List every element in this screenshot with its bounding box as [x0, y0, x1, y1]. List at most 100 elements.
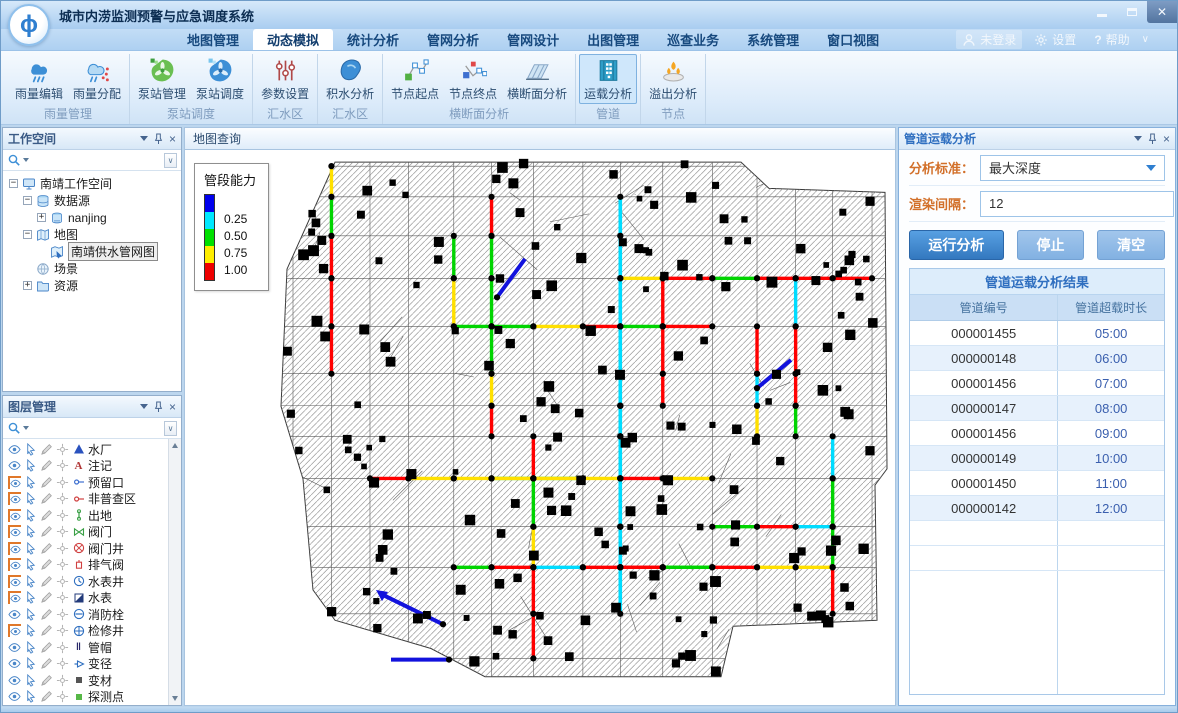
crosshair-icon[interactable] — [56, 657, 69, 670]
pencil-icon[interactable] — [40, 525, 53, 538]
clear-button[interactable]: 清空 — [1097, 230, 1165, 260]
layer-row[interactable]: 阀门 — [8, 524, 167, 541]
layer-row[interactable]: 探测点 — [8, 689, 167, 706]
pencil-icon[interactable] — [40, 476, 53, 489]
pencil-icon[interactable] — [40, 641, 53, 654]
pencil-icon[interactable] — [40, 591, 53, 604]
pencil-icon[interactable] — [40, 690, 53, 703]
tree-item[interactable]: −地图 — [3, 226, 181, 243]
table-row[interactable]: 00000014910:00 — [910, 446, 1164, 471]
cursor-icon[interactable] — [24, 657, 37, 670]
crosshair-icon[interactable] — [56, 674, 69, 687]
table-row[interactable]: 00000145609:00 — [910, 421, 1164, 446]
chevron-down-icon[interactable]: ∨ — [1142, 34, 1149, 45]
map-canvas[interactable]: 管段能力 0.250.500.751.00 — [184, 150, 896, 706]
layer-row[interactable]: ‖管帽 — [8, 639, 167, 656]
eye-icon[interactable] — [8, 657, 21, 670]
ribbon-button[interactable]: 积水分析 — [321, 54, 379, 104]
crosshair-icon[interactable] — [56, 459, 69, 472]
table-row[interactable]: 00000145505:00 — [910, 321, 1164, 346]
menu-tab[interactable]: 出图管理 — [573, 29, 653, 50]
panel-expand-button[interactable]: ∨ — [164, 421, 177, 436]
pin-icon[interactable] — [154, 133, 163, 145]
layer-search[interactable]: ∨ — [3, 418, 181, 439]
menu-tab[interactable]: 管网设计 — [493, 29, 573, 50]
pin-icon[interactable] — [154, 401, 163, 413]
layer-row[interactable]: 非普查区 — [8, 491, 167, 508]
pencil-icon[interactable] — [40, 624, 53, 637]
login-status[interactable]: 未登录 — [956, 30, 1022, 49]
ribbon-button[interactable]: 参数设置 — [256, 54, 314, 104]
ribbon-button[interactable]: 泵站管理 — [133, 54, 191, 104]
cursor-icon[interactable] — [24, 575, 37, 588]
eye-icon[interactable] — [8, 641, 21, 654]
crosshair-icon[interactable] — [56, 641, 69, 654]
menu-tab[interactable]: 窗口视图 — [813, 29, 893, 50]
close-button[interactable]: ✕ — [1147, 1, 1177, 23]
cursor-icon[interactable] — [24, 542, 37, 555]
eye-icon[interactable] — [8, 542, 21, 555]
menu-tab[interactable]: 巡查业务 — [653, 29, 733, 50]
crosshair-icon[interactable] — [56, 591, 69, 604]
layer-row[interactable]: 变材 — [8, 672, 167, 689]
table-row[interactable]: 00000014806:00 — [910, 346, 1164, 371]
close-icon[interactable]: × — [169, 134, 176, 144]
crosshair-icon[interactable] — [56, 608, 69, 621]
crosshair-icon[interactable] — [56, 542, 69, 555]
layer-row[interactable]: 检修井 — [8, 623, 167, 640]
menu-tab[interactable]: 管网分析 — [413, 29, 493, 50]
panel-expand-button[interactable]: ∨ — [164, 153, 177, 168]
ribbon-button[interactable]: 运载分析 — [579, 54, 637, 104]
eye-icon[interactable] — [8, 575, 21, 588]
layer-row[interactable]: 阀门井 — [8, 540, 167, 557]
pin-icon[interactable] — [1148, 133, 1157, 145]
eye-icon[interactable] — [8, 591, 21, 604]
ribbon-button[interactable]: 雨量分配 — [68, 54, 126, 104]
panel-menu-icon[interactable] — [140, 404, 148, 409]
cursor-icon[interactable] — [24, 459, 37, 472]
pencil-icon[interactable] — [40, 542, 53, 555]
cursor-icon[interactable] — [24, 608, 37, 621]
layer-row[interactable]: 出地 — [8, 507, 167, 524]
cursor-icon[interactable] — [24, 674, 37, 687]
pencil-icon[interactable] — [40, 443, 53, 456]
crosshair-icon[interactable] — [56, 690, 69, 703]
tree-item[interactable]: −南靖工作空间 — [3, 175, 181, 192]
eye-icon[interactable] — [8, 509, 21, 522]
pencil-icon[interactable] — [40, 657, 53, 670]
eye-icon[interactable] — [8, 608, 21, 621]
ribbon-button[interactable]: 节点终点 — [444, 54, 502, 104]
search-options-caret[interactable] — [23, 158, 29, 162]
eye-icon[interactable] — [8, 624, 21, 637]
tree-expander[interactable]: + — [23, 281, 32, 290]
cursor-icon[interactable] — [24, 690, 37, 703]
layer-row[interactable]: 排气阀 — [8, 557, 167, 574]
crosshair-icon[interactable] — [56, 525, 69, 538]
layer-row[interactable]: 预留口 — [8, 474, 167, 491]
layer-row[interactable]: 水厂 — [8, 441, 167, 458]
eye-icon[interactable] — [8, 492, 21, 505]
minimize-button[interactable] — [1087, 1, 1117, 23]
pencil-icon[interactable] — [40, 608, 53, 621]
table-row[interactable]: 00000014708:00 — [910, 396, 1164, 421]
layer-row[interactable]: 变径 — [8, 656, 167, 673]
layer-row[interactable]: 消防栓 — [8, 606, 167, 623]
run-analysis-button[interactable]: 运行分析 — [909, 230, 1004, 260]
table-row[interactable]: 00000145011:00 — [910, 471, 1164, 496]
ribbon-button[interactable]: 泵站调度 — [191, 54, 249, 104]
tree-expander[interactable]: − — [23, 230, 32, 239]
panel-menu-icon[interactable] — [1134, 136, 1142, 141]
scroll-down-icon[interactable] — [169, 692, 181, 705]
layer-row[interactable]: 水表井 — [8, 573, 167, 590]
tree-item[interactable]: −数据源 — [3, 192, 181, 209]
tree-item[interactable]: 南靖供水管网图 — [3, 243, 181, 260]
menu-tab[interactable]: 统计分析 — [333, 29, 413, 50]
maximize-button[interactable] — [1117, 1, 1147, 23]
table-row[interactable]: 00000014212:00 — [910, 496, 1164, 521]
eye-icon[interactable] — [8, 525, 21, 538]
interval-input[interactable] — [980, 191, 1174, 217]
eye-icon[interactable] — [8, 674, 21, 687]
help-button[interactable]: ? 帮助 — [1088, 30, 1135, 49]
cursor-icon[interactable] — [24, 558, 37, 571]
crosshair-icon[interactable] — [56, 476, 69, 489]
